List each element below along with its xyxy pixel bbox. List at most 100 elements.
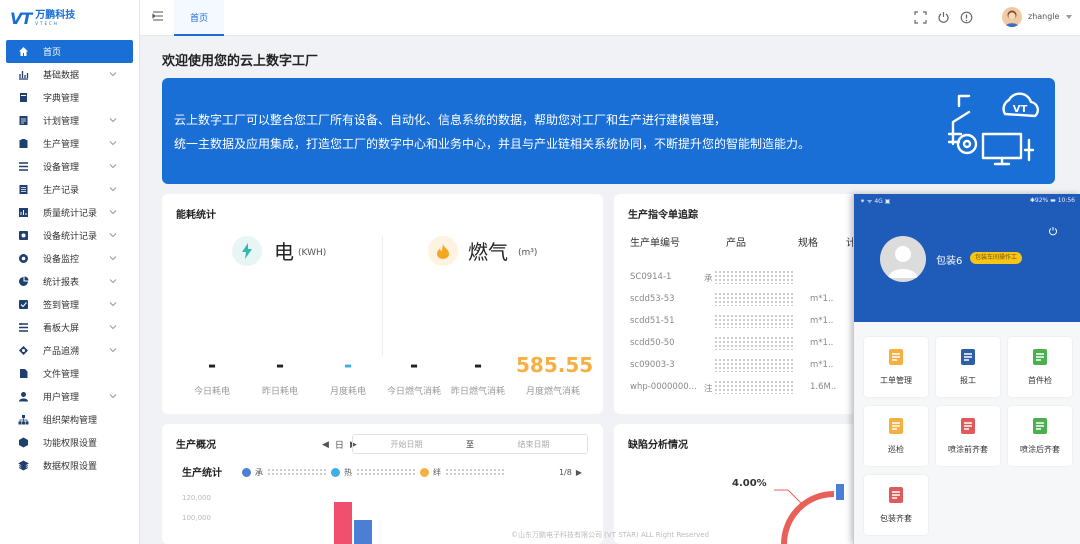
legend-label[interactable]: 热: [344, 467, 352, 478]
sidebar-item[interactable]: 基础数据: [0, 63, 139, 86]
app-tile-label: 报工: [960, 376, 976, 385]
start-date-input[interactable]: 开始日期: [353, 439, 460, 450]
power-icon[interactable]: [937, 11, 950, 24]
logo[interactable]: VT 万鹏科技 VTECH: [0, 0, 139, 36]
power-icon[interactable]: [1048, 226, 1058, 236]
sidebar-item[interactable]: 生产管理: [0, 132, 139, 155]
sidebar-item[interactable]: 签到管理: [0, 293, 139, 316]
stat-label: 昨日耗电: [261, 387, 298, 397]
order-id[interactable]: scdd50-50: [630, 338, 675, 348]
sidebar-item[interactable]: 设备统计记录: [0, 224, 139, 247]
defect-percent: 4.00%: [732, 478, 767, 489]
chevron-down-icon: [109, 118, 117, 123]
prev-period-icon[interactable]: ◀: [322, 440, 329, 450]
sidebar-item-label: 功能权限设置: [43, 439, 98, 449]
sidebar-item[interactable]: 设备监控: [0, 247, 139, 270]
monitor-icon: [18, 253, 29, 264]
sidebar-item[interactable]: 数据权限设置: [0, 454, 139, 477]
lightning-icon: [232, 236, 262, 266]
legend-swatch[interactable]: [331, 467, 340, 477]
sidebar-item-label: 生产记录: [43, 186, 80, 196]
sidebar-item[interactable]: 计划管理: [0, 109, 139, 132]
sidebar-item-label: 质量统计记录: [43, 209, 98, 219]
sidebar-menu: 首页基础数据 字典管理 计划管理 生产管理 设备管理生产记录质量统计记录设备统计记录设备…: [0, 40, 139, 477]
redacted-cell: [714, 380, 794, 394]
legend-label[interactable]: 绊: [433, 467, 441, 478]
redacted-legend: [445, 467, 505, 477]
order-spec: 1.6M..: [810, 382, 837, 392]
role-badge: 包装车间操作工: [970, 252, 1023, 264]
chevron-down-icon: [109, 187, 117, 192]
app-tile[interactable]: 喷涂后齐套: [1008, 406, 1072, 466]
info-icon[interactable]: [960, 11, 973, 24]
stat-today-gas: - 今日燃气消耗: [382, 350, 446, 397]
sidebar-item[interactable]: 用户管理: [0, 385, 139, 408]
app-tile[interactable]: 工单管理: [864, 337, 928, 397]
period-label[interactable]: 日: [335, 438, 344, 451]
status-bar-left: ⁕ ᯤ 4G ▣: [860, 198, 891, 205]
tab-home[interactable]: 首页: [174, 0, 225, 36]
fold-menu-icon[interactable]: [152, 10, 164, 22]
date-range-separator: 至: [466, 439, 474, 449]
app-tile[interactable]: 首件检: [1008, 337, 1072, 397]
end-date-input[interactable]: 结束日期: [480, 439, 587, 450]
username[interactable]: zhangle: [1028, 12, 1059, 21]
production-icon: [18, 138, 29, 149]
sidebar-item[interactable]: 产品追溯: [0, 339, 139, 362]
caret-down-icon[interactable]: [1066, 14, 1072, 20]
stopwatch-icon: [958, 347, 978, 367]
legend-next-icon[interactable]: ▶: [576, 468, 582, 477]
date-range-picker[interactable]: 开始日期 至 结束日期: [352, 434, 588, 454]
order-spec: m*1..: [810, 294, 834, 304]
stat-today-electric: - 今日耗电: [180, 350, 244, 397]
sidebar-item[interactable]: 生产记录: [0, 178, 139, 201]
avatar[interactable]: [1002, 7, 1022, 27]
sidebar-item-label: 首页: [43, 48, 62, 58]
chevron-down-icon: [109, 348, 117, 353]
stat-value: 585.55: [516, 353, 594, 377]
sidebar-item[interactable]: 首页: [6, 40, 133, 63]
intro-banner: 云上数字工厂可以整合您工厂所有设备、自动化、信息系统的数据，帮助您对工厂和生产进…: [162, 78, 1055, 184]
sidebar-item[interactable]: 看板大屏: [0, 316, 139, 339]
fullscreen-icon[interactable]: [914, 11, 927, 24]
redacted-cell: [714, 314, 794, 328]
order-id[interactable]: scdd53-53: [630, 294, 675, 304]
stat-month-gas: 585.55 月度燃气消耗: [516, 350, 594, 397]
sidebar-item[interactable]: 文件管理: [0, 362, 139, 385]
stat-yesterday-electric: - 昨日耗电: [248, 350, 312, 397]
sidebar-item[interactable]: 组织架构管理: [0, 408, 139, 431]
sidebar-item[interactable]: 功能权限设置: [0, 431, 139, 454]
chevron-down-icon: [109, 325, 117, 330]
app-tile[interactable]: 报工: [936, 337, 1000, 397]
stat-value: -: [473, 353, 483, 377]
mobile-header: ⁕ ᯤ 4G ▣ ✱92% ▬ 10:56 包装6 包装车间操作工: [854, 194, 1080, 322]
pie-chart-icon: [18, 276, 29, 287]
defect-analysis-card: 缺陷分析情况 4.00%: [614, 424, 894, 544]
y-tick: 120,000: [182, 494, 211, 502]
legend-swatch[interactable]: [420, 467, 429, 477]
sidebar-item[interactable]: 字典管理: [0, 86, 139, 109]
legend-label[interactable]: 承: [255, 467, 263, 478]
electric-panel: 电 (KWH) - 今日耗电 - 昨日耗电 - 月度耗电: [162, 194, 372, 414]
sidebar-item[interactable]: 统计报表: [0, 270, 139, 293]
defect-title: 缺陷分析情况: [628, 440, 688, 451]
chevron-down-icon: [109, 210, 117, 215]
order-id[interactable]: scdd51-51: [630, 316, 675, 326]
app-tile-label: 巡检: [888, 445, 904, 454]
app-tile[interactable]: 巡检: [864, 406, 928, 466]
order-id[interactable]: sc09003-3: [630, 360, 675, 370]
user-avatar[interactable]: [880, 236, 926, 282]
chevron-down-icon: [109, 302, 117, 307]
app-tile[interactable]: 包装齐套: [864, 475, 928, 535]
sidebar-item[interactable]: 设备管理: [0, 155, 139, 178]
sidebar-item[interactable]: 质量统计记录: [0, 201, 139, 224]
file-icon: [18, 368, 29, 379]
order-id[interactable]: SC0914-1: [630, 272, 671, 282]
app-tile-label: 喷涂前齐套: [948, 445, 988, 454]
order-spec: m*1..: [810, 338, 834, 348]
app-tile[interactable]: 喷涂前齐套: [936, 406, 1000, 466]
sidebar-item-label: 设备监控: [43, 255, 80, 265]
legend-swatch[interactable]: [242, 467, 251, 477]
cloud-factory-illustration: VT: [947, 92, 1039, 166]
order-id[interactable]: whp-0000000...: [630, 382, 697, 392]
